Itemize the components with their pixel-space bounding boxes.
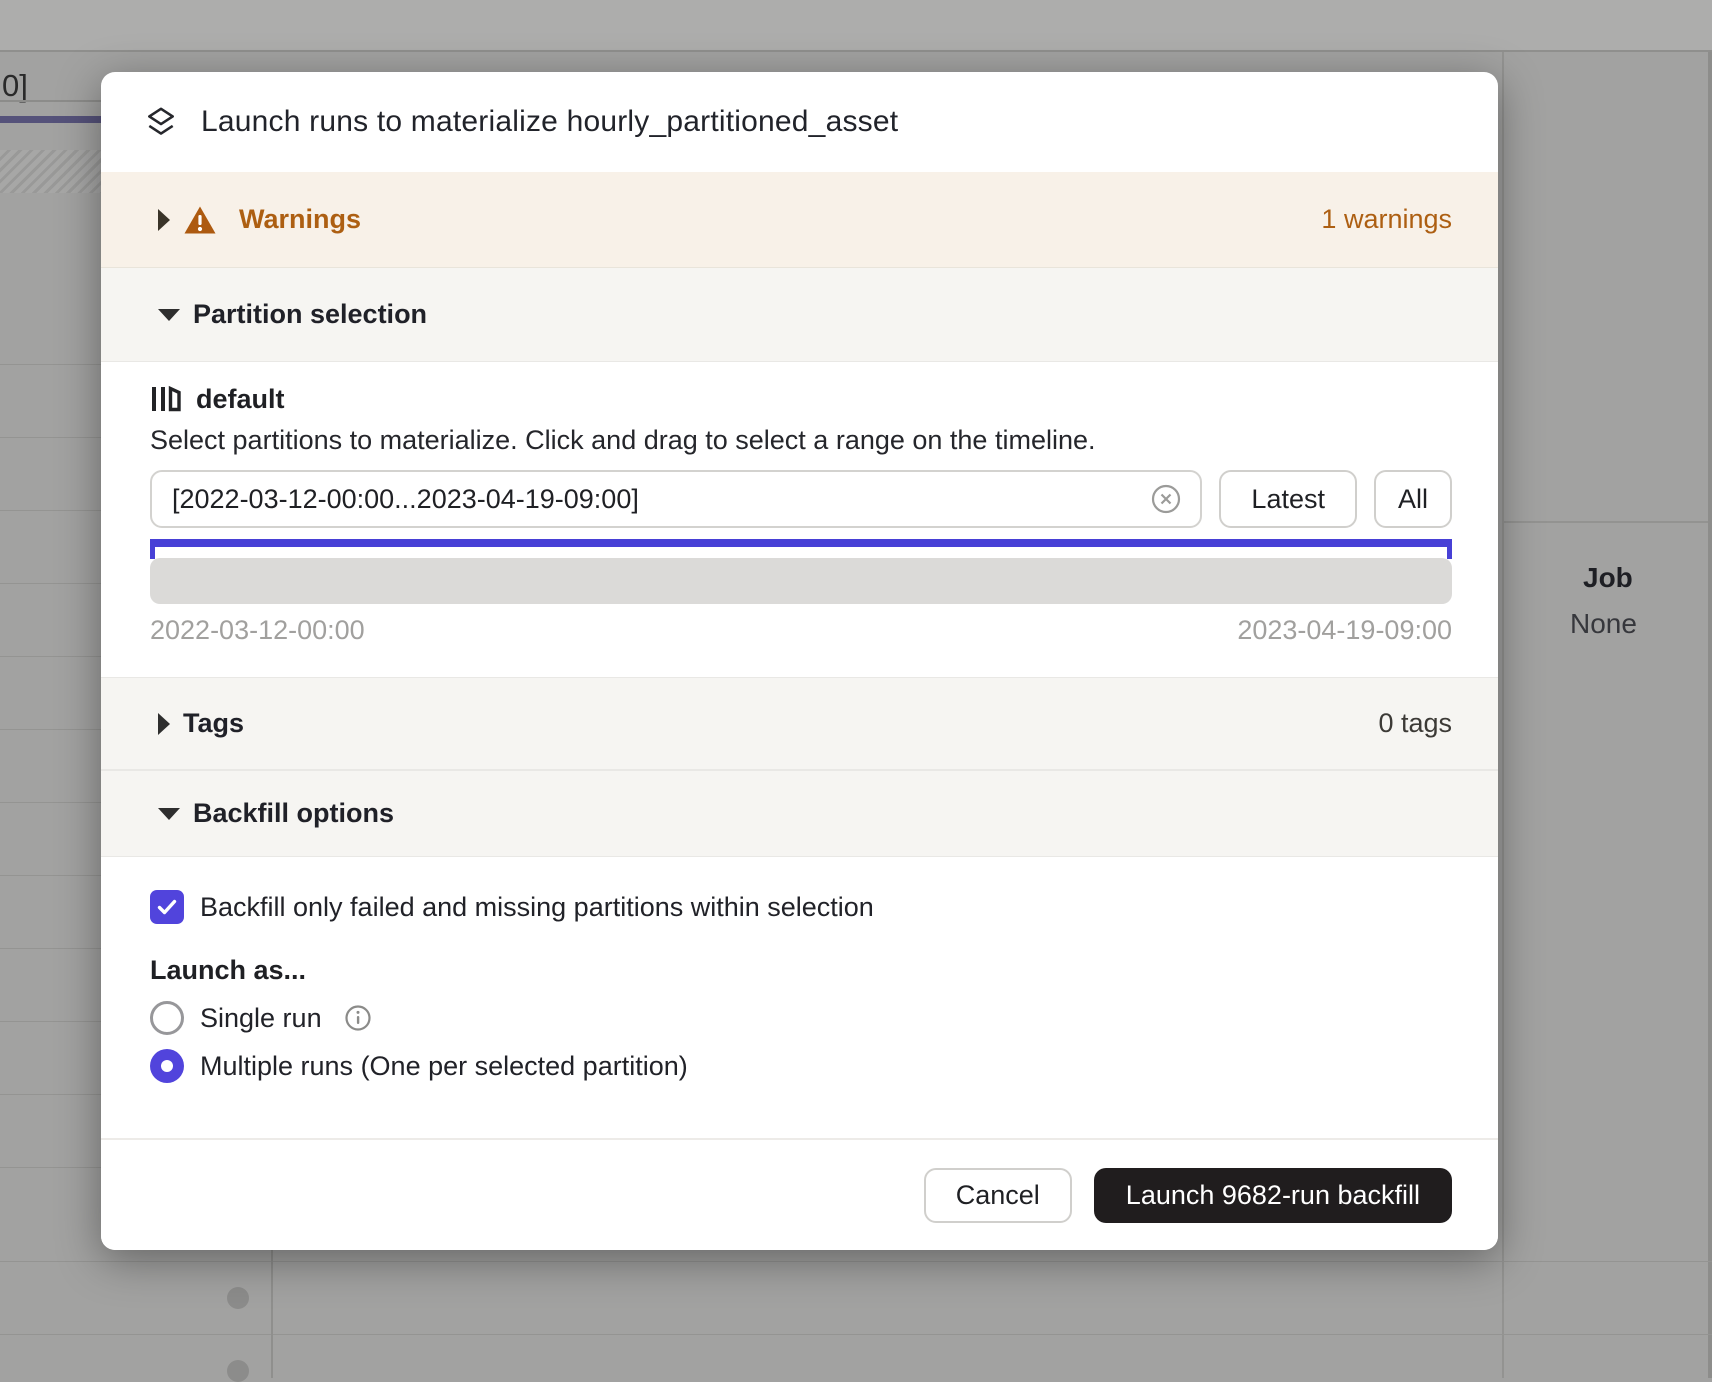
dialog-footer: Cancel Launch 9682-run backfill (101, 1138, 1498, 1250)
background-row-line (0, 1021, 101, 1022)
tags-header: Tags (183, 708, 244, 739)
warnings-section-toggle[interactable]: Warnings 1 warnings (101, 172, 1498, 267)
timeline-date-labels: 2022-03-12-00:00 2023-04-19-09:00 (150, 615, 1452, 646)
background-top-band (0, 0, 1712, 52)
warnings-count: 1 warnings (1321, 204, 1452, 235)
background-row-line (0, 1167, 101, 1168)
chevron-down-icon (158, 309, 180, 321)
background-status-dot (227, 1360, 249, 1382)
backfill-options-header: Backfill options (193, 798, 394, 829)
background-status-dot (227, 1287, 249, 1309)
backfill-options-section-toggle[interactable]: Backfill options (101, 770, 1498, 857)
partition-selection-body: default Select partitions to materialize… (101, 362, 1498, 677)
dimension-row: default (150, 382, 1452, 416)
chevron-right-icon (158, 713, 170, 735)
background-row-line (0, 1261, 1712, 1262)
warnings-label: Warnings (239, 204, 361, 235)
single-run-label: Single run (200, 1003, 322, 1034)
clear-selection-icon[interactable] (1150, 483, 1182, 515)
launch-backfill-dialog: Launch runs to materialize hourly_partit… (101, 72, 1498, 1250)
background-row-line (1504, 521, 1712, 523)
background-row-line (0, 510, 101, 511)
partition-selection-section-toggle[interactable]: Partition selection (101, 267, 1498, 362)
background-job-value: None (1570, 608, 1637, 640)
backfill-only-failed-label: Backfill only failed and missing partiti… (200, 892, 874, 923)
background-column-line (271, 1250, 273, 1378)
partition-set-icon (150, 384, 181, 414)
info-icon[interactable] (344, 1004, 372, 1032)
launch-backfill-button[interactable]: Launch 9682-run backfill (1094, 1168, 1452, 1223)
background-divider (0, 100, 101, 102)
range-end-label: 2023-04-19-09:00 (1237, 615, 1452, 646)
background-row-line (0, 802, 101, 803)
tags-section-toggle[interactable]: Tags 0 tags (101, 677, 1498, 770)
partition-selection-header: Partition selection (193, 299, 427, 330)
backfill-only-failed-checkbox[interactable] (150, 890, 184, 924)
partition-range-input[interactable] (172, 484, 1138, 515)
background-row-line (0, 948, 101, 949)
multiple-runs-option: Multiple runs (One per selected partitio… (150, 1048, 1452, 1084)
all-button[interactable]: All (1374, 470, 1452, 528)
single-run-radio[interactable] (150, 1001, 184, 1035)
warning-triangle-icon (183, 205, 217, 235)
launch-as-label: Launch as... (150, 955, 1452, 986)
selection-range-bar[interactable] (150, 539, 1452, 547)
background-column-line (1502, 52, 1504, 1378)
multiple-runs-radio[interactable] (150, 1049, 184, 1083)
background-row-line (0, 364, 101, 365)
background-row-line (0, 875, 101, 876)
partition-timeline-track[interactable] (150, 558, 1452, 604)
backfill-options-body: Backfill only failed and missing partiti… (101, 857, 1498, 1138)
background-row-line (0, 729, 101, 730)
background-job-column-header: Job (1583, 562, 1633, 594)
dimension-name: default (196, 384, 285, 415)
single-run-option: Single run (150, 1000, 1452, 1036)
range-start-label: 2022-03-12-00:00 (150, 615, 365, 646)
chevron-right-icon (158, 209, 170, 231)
background-hatched-band (0, 150, 101, 193)
dialog-header: Launch runs to materialize hourly_partit… (101, 72, 1498, 172)
latest-button[interactable]: Latest (1219, 470, 1357, 528)
multiple-runs-label: Multiple runs (One per selected partitio… (200, 1051, 688, 1082)
background-partial-input-text: 0] (2, 68, 28, 104)
background-row-line (0, 1094, 101, 1095)
background-focused-input-underline (0, 116, 101, 123)
partition-range-box (150, 470, 1202, 528)
partition-input-row: Latest All (150, 470, 1452, 528)
background-right-edge (1708, 52, 1712, 1378)
backfill-only-failed-row: Backfill only failed and missing partiti… (150, 890, 1452, 924)
cancel-button[interactable]: Cancel (924, 1168, 1072, 1223)
background-row-line (0, 656, 101, 657)
tags-count: 0 tags (1378, 708, 1452, 739)
materialize-layers-icon (143, 104, 179, 140)
background-row-line (0, 1334, 1712, 1335)
dialog-title: Launch runs to materialize hourly_partit… (201, 105, 898, 139)
chevron-down-icon (158, 808, 180, 820)
partition-instruction: Select partitions to materialize. Click … (150, 425, 1452, 456)
background-row-line (0, 437, 101, 438)
background-row-line (0, 583, 101, 584)
